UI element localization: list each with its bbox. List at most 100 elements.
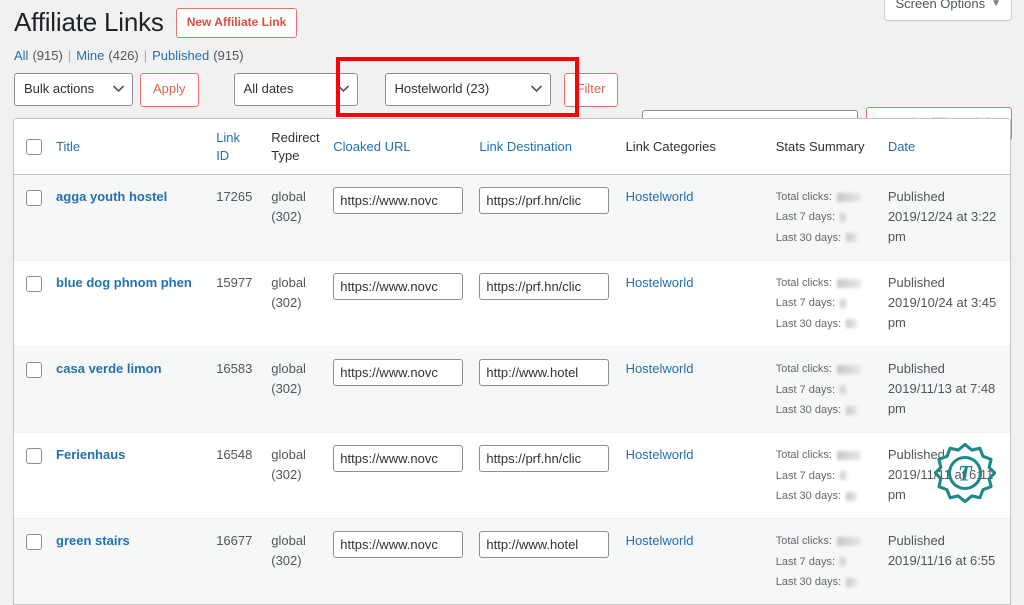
publish-date: 2019/11/16 at 6:55 (887, 553, 996, 569)
cell-redirect-type: global (302) (263, 174, 326, 261)
stat-total-clicks: Total clicks: (776, 273, 872, 293)
publish-status: Published (887, 447, 945, 463)
cloaked-url-field[interactable] (333, 445, 464, 473)
apply-button[interactable]: Apply (140, 72, 199, 107)
cell-link-destination (471, 346, 618, 433)
link-destination-field[interactable] (479, 531, 610, 559)
link-destination-field[interactable] (479, 359, 610, 387)
publish-date: 2019/11/13 at 7:48 pm (887, 381, 996, 417)
column-header-link-categories: Link Categories (617, 119, 768, 176)
stat-value-redacted (836, 364, 861, 374)
cell-title: casa verde limon (48, 346, 209, 433)
publish-date: 2019/12/24 at 3:22 pm (887, 209, 997, 245)
column-header-link-destination[interactable]: Link Destination (471, 119, 618, 176)
cell-link-categories: Hostelworld (617, 346, 768, 433)
stat-label-last-7-days: Last 7 days: (775, 383, 836, 396)
filter-separator: | (143, 47, 148, 63)
column-header-date[interactable]: Date (879, 119, 1010, 176)
publish-status: Published (887, 361, 945, 377)
stat-total-clicks: Total clicks: (776, 445, 872, 465)
cloaked-url-field[interactable] (333, 531, 464, 559)
category-filter-select[interactable]: Hostelworld (23) (384, 73, 551, 107)
stat-value-redacted (846, 233, 858, 243)
affiliate-links-table-wrapper: Title Link ID Redirect Type Cloaked URL … (13, 118, 1011, 605)
row-select-cell (14, 260, 49, 347)
bulk-actions-select[interactable]: Bulk actions (14, 73, 133, 107)
stat-value-redacted (836, 278, 861, 288)
cell-title: green stairs (48, 518, 209, 605)
stats-summary: Total clicks: Last 7 days: Last 30 days: (776, 187, 872, 248)
cell-redirect-type: global (302) (263, 346, 326, 433)
stat-last-30-days: Last 30 days: (776, 486, 872, 506)
filter-count-all: (915) (32, 47, 63, 63)
screen-options-button[interactable]: Screen Options ▼ (884, 0, 1012, 21)
publish-status: Published (887, 533, 945, 549)
stat-last-30-days: Last 30 days: (776, 314, 872, 334)
link-category-link[interactable]: Hostelworld (626, 361, 694, 376)
screen-options-wrap: Screen Options ▼ (884, 0, 1012, 21)
filter-link-all[interactable]: All (14, 48, 28, 63)
cell-date: Published 2019/12/24 at 3:22 pm (879, 174, 1010, 261)
cell-cloaked-url (325, 432, 472, 519)
stat-label-last-30-days: Last 30 days: (775, 317, 842, 330)
table-header: Title Link ID Redirect Type Cloaked URL … (14, 119, 1010, 176)
column-header-redirect-type: Redirect Type (263, 119, 326, 176)
stat-last-7-days: Last 7 days: (776, 380, 872, 400)
cell-link-categories: Hostelworld (617, 174, 768, 261)
link-destination-field[interactable] (479, 273, 610, 301)
date-filter-wrap: All dates (233, 73, 358, 107)
stat-label-total-clicks: Total clicks: (775, 449, 832, 462)
cell-link-id: 17265 (208, 174, 264, 261)
link-destination-field[interactable] (479, 187, 610, 215)
row-checkbox[interactable] (26, 361, 42, 378)
filter-link-published[interactable]: Published (152, 48, 209, 63)
table-nav-left: Bulk actions Apply All dates Hostelworld… (14, 72, 619, 107)
cell-stats-summary: Total clicks: Last 7 days: Last 30 days: (767, 346, 880, 433)
column-header-stats-summary: Stats Summary (767, 119, 880, 176)
row-title-link[interactable]: blue dog phnom phen (56, 273, 192, 293)
stat-value-redacted (840, 213, 848, 223)
row-checkbox[interactable] (26, 189, 42, 206)
stat-total-clicks: Total clicks: (776, 359, 872, 379)
publish-status: Published (887, 275, 945, 291)
column-header-title[interactable]: Title (48, 119, 209, 176)
stat-label-total-clicks: Total clicks: (775, 191, 832, 204)
stat-value-redacted (840, 385, 848, 395)
column-header-link-id[interactable]: Link ID (208, 119, 264, 176)
cell-title: blue dog phnom phen (48, 260, 209, 347)
row-checkbox[interactable] (26, 533, 42, 550)
stat-label-total-clicks: Total clicks: (775, 535, 832, 548)
filter-link-mine[interactable]: Mine (76, 48, 104, 63)
row-checkbox[interactable] (26, 275, 42, 292)
link-category-link[interactable]: Hostelworld (626, 447, 694, 462)
select-all-checkbox[interactable] (26, 139, 42, 156)
bulk-actions-wrap: Bulk actions (14, 73, 133, 107)
link-category-link[interactable]: Hostelworld (626, 189, 694, 204)
filter-button[interactable]: Filter (563, 72, 619, 107)
cell-link-categories: Hostelworld (617, 432, 768, 519)
cloaked-url-field[interactable] (333, 359, 464, 387)
cell-date: Published 2019/11/16 at 6:55 (879, 518, 1010, 605)
stat-last-30-days: Last 30 days: (776, 400, 872, 420)
stat-last-7-days: Last 7 days: (776, 552, 872, 572)
status-filter-links: All (915) | Mine (426) | Published (915) (0, 40, 1024, 67)
stat-label-last-30-days: Last 30 days: (775, 575, 842, 588)
new-affiliate-link-button[interactable]: New Affiliate Link (175, 7, 298, 38)
link-category-link[interactable]: Hostelworld (626, 533, 694, 548)
row-title-link[interactable]: agga youth hostel (56, 187, 167, 207)
cell-stats-summary: Total clicks: Last 7 days: Last 30 days: (767, 518, 880, 605)
link-category-link[interactable]: Hostelworld (626, 275, 694, 290)
row-title-link[interactable]: green stairs (56, 531, 130, 551)
cloaked-url-field[interactable] (333, 273, 464, 301)
cloaked-url-field[interactable] (333, 187, 464, 215)
row-title-link[interactable]: casa verde limon (56, 359, 162, 379)
cell-cloaked-url (325, 174, 472, 261)
all-dates-select[interactable]: All dates (233, 73, 358, 107)
link-destination-field[interactable] (479, 445, 610, 473)
stat-total-clicks: Total clicks: (776, 531, 872, 551)
table-row: blue dog phnom phen 15977global (302) Host… (14, 260, 1010, 347)
row-title-link[interactable]: Ferienhaus (56, 445, 125, 465)
column-header-cloaked-url[interactable]: Cloaked URL (325, 119, 472, 176)
cell-date: Published 2019/10/24 at 3:45 pm (879, 260, 1010, 347)
row-checkbox[interactable] (26, 447, 42, 464)
